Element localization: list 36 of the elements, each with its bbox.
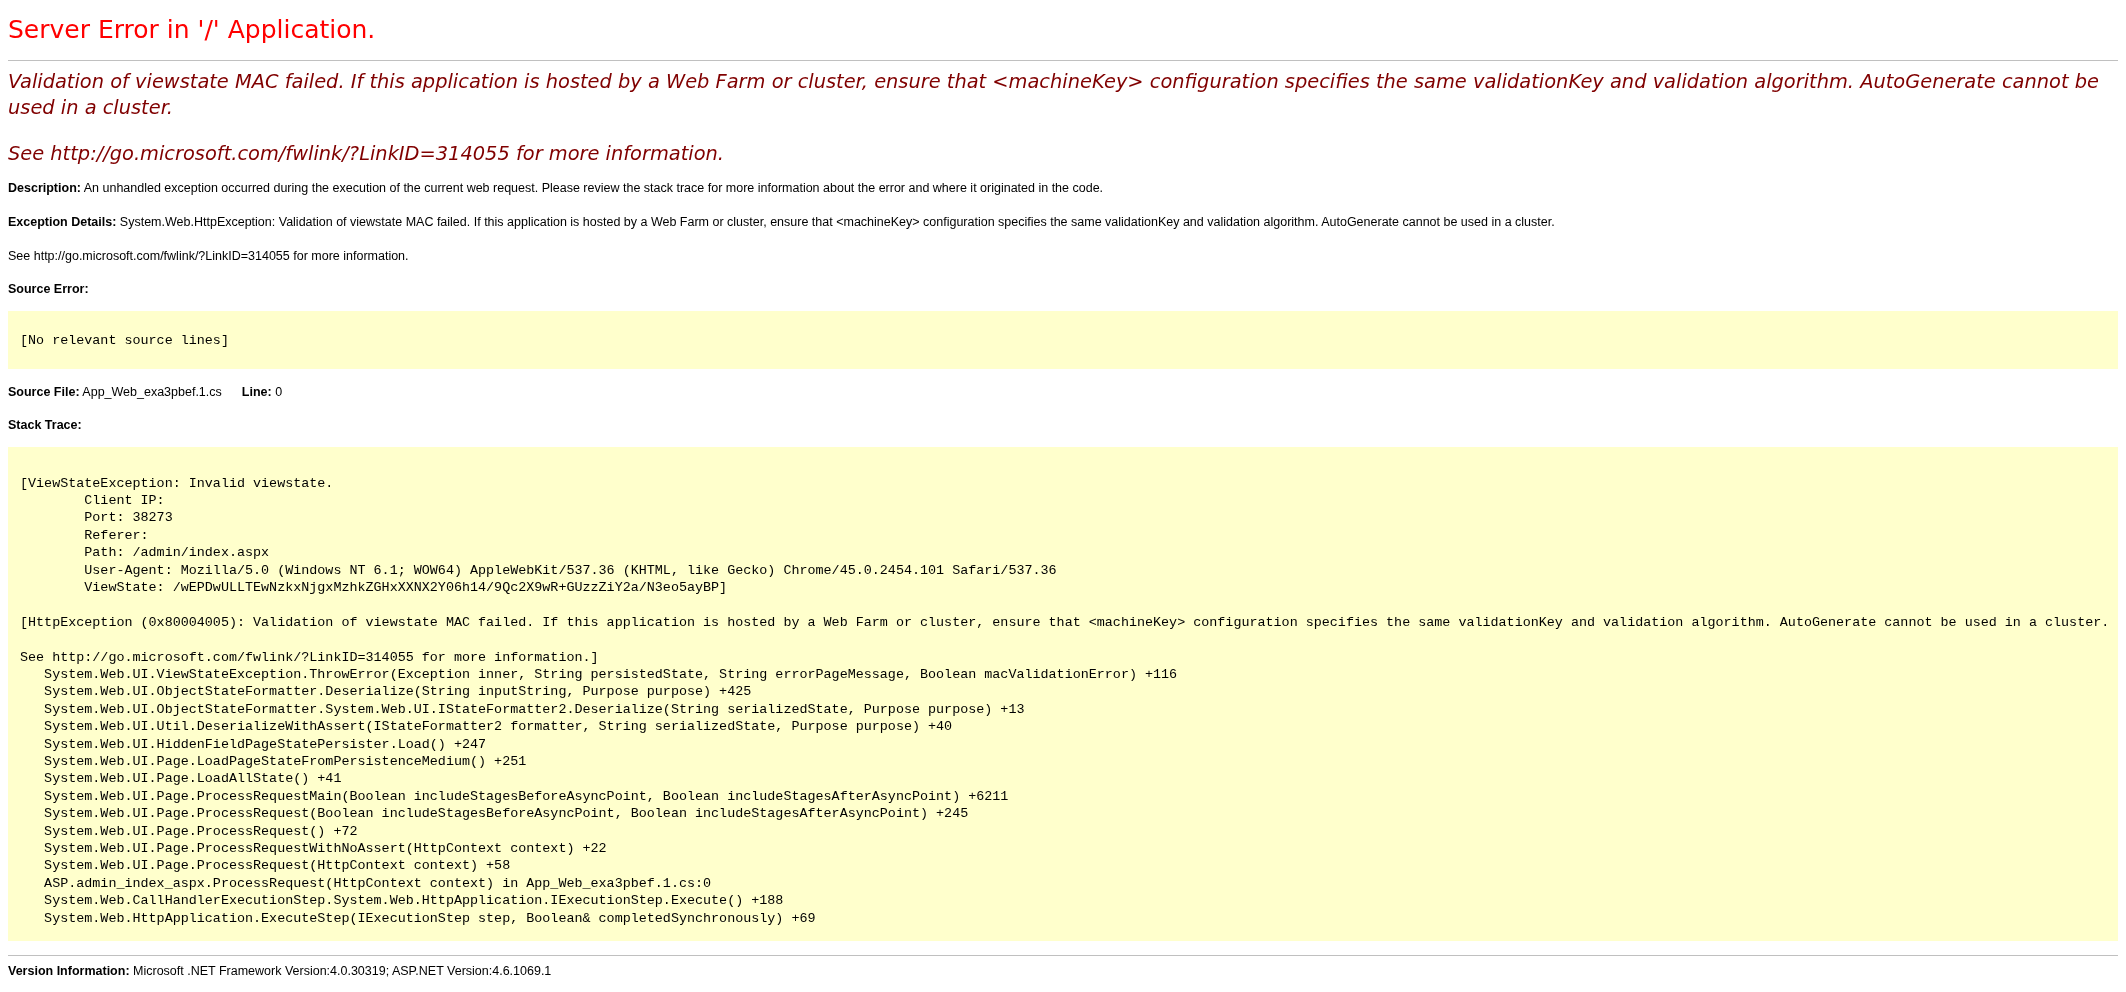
code-line: [HttpException (0x80004005): Validation of viewstate MAC failed. If this application is hosted by a Web Farm or cluster, ensure that <machineKey> configuration specifies the same validationKey and validation algorithm. AutoGenerate cannot be used in a cluster. [20,613,2110,632]
more-info-text: See http://go.microsoft.com/fwlink/?LinkID=314055 for more information. [8,141,724,167]
code-line: Client IP: [83,491,166,510]
code-line: System.Web.UI.ViewStateException.ThrowError(Exception inner, String persistedState, String errorPageMessage, Boolean macValidationError) +116 [43,665,1178,684]
error-message: Validation of viewstate MAC failed. If this application is hosted by a Web Farm or cluster, ensure that <machineKey> configuration specifies the same validationKey and validation algorithm. AutoGenerate cannot be used in a cluster. [8,69,2100,121]
version-info-text: Version Information: Microsoft .NET Framework Version:4.0.30319; ASP.NET Version:4.6.1069.1 [8,963,553,981]
code-line: System.Web.UI.Page.ProcessRequest(HttpContext context) +58 [43,857,511,875]
section-heading: Source Error: [8,281,89,299]
code-line: [ViewStateException: Invalid viewstate. [20,474,335,492]
exception-details-text: Exception Details: System.Web.HttpException: Validation of viewstate MAC failed. If this application is hosted by a Web Farm or cluster, ensure that <machineKey> configuration specifies the same validationKey and validation algorithm. AutoGenerate cannot be used in a cluster. [8,213,1556,231]
code-line: System.Web.UI.ObjectStateFormatter.System.Web.UI.IStateFormatter2.Deserialize(String serializedState, Purpose purpose) +13 [43,700,1025,719]
code-line: Port: 38273 [83,509,173,527]
code-line: System.Web.UI.Page.LoadPageStateFromPersistenceMedium() +251 [43,752,527,771]
code-line: System.Web.UI.Util.DeserializeWithAssert(IStateFormatter2 formatter, String serializedState, Purpose purpose) +40 [43,718,953,736]
code-line: Referer: [83,526,150,545]
code-line: System.Web.UI.Page.LoadAllState() +41 [43,770,342,788]
code-line: System.Web.HttpApplication.ExecuteStep(IExecutionStep step, Boolean& completedSynchronously) +69 [43,909,816,928]
code-line: System.Web.UI.Page.ProcessRequestMain(Boolean includeStagesBeforeAsyncPoint, Boolean includeStagesAfterAsyncPoint) +6211 [43,787,1009,806]
line-number-text: Line: 0 [241,384,283,401]
page-title: Server Error in '/' Application. [8,14,377,46]
code-line: System.Web.CallHandlerExecutionStep.System.Web.HttpApplication.IExecutionStep.Execute() +188 [43,892,784,910]
code-line: [No relevant source lines] [20,332,229,350]
code-line: System.Web.UI.Page.ProcessRequest(Boolean includeStagesBeforeAsyncPoint, Boolean includeStagesAfterAsyncPoint) +245 [43,805,969,823]
description-text: Description: An unhandled exception occurred during the execution of the current web request. Please review the stack trace for more information about the error and where it originated in the code. [8,180,1105,197]
code-line: System.Web.UI.HiddenFieldPageStatePersister.Load() +247 [43,735,487,753]
section-heading: Stack Trace: [8,416,82,434]
code-line: User-Agent: Mozilla/5.0 (Windows NT 6.1; WOW64) AppleWebKit/537.36 (KHTML, like Gecko) Chrome/45.0.2454.101 Safari/537.36 [83,561,1057,579]
source-file-text: Source File: App_Web_exa3pbef.1.cs [8,384,222,401]
code-line: System.Web.UI.Page.ProcessRequestWithNoAssert(HttpContext context) +22 [43,840,607,858]
code-line: ASP.admin_index_aspx.ProcessRequest(HttpContext context) in App_Web_exa3pbef.1.cs:0 [43,874,712,893]
code-line: See http://go.microsoft.com/fwlink/?LinkID=314055 for more information.] [20,648,599,666]
code-line: System.Web.UI.ObjectStateFormatter.Deserialize(String inputString, Purpose purpose) +425 [43,683,752,701]
code-line: Path: /admin/index.aspx [83,544,270,562]
code-line: System.Web.UI.Page.ProcessRequest() +72 [43,822,358,840]
more-info-text: See http://go.microsoft.com/fwlink/?LinkID=314055 for more information. [8,247,409,265]
code-line: ViewState: /wEPDwULLTEwNzkxNjgxMzhkZGHxXXNX2Y06h14/9Qc2X9wR+GUzzZiY2a/N3eo5ayBP] [83,578,728,597]
